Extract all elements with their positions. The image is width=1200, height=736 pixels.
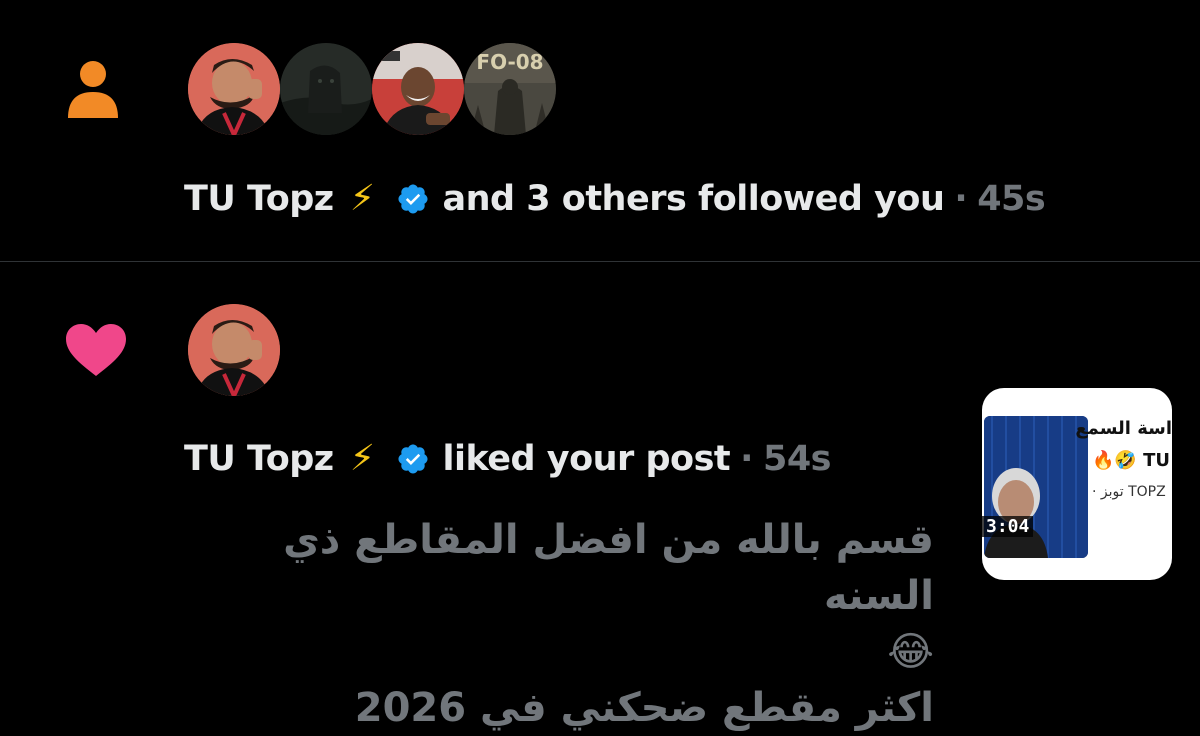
person-icon [64,58,122,124]
follow-headline: TU Topz ⚡ and 3 others followed you · 45… [184,178,1046,219]
lightning-emoji: ⚡ [349,438,375,479]
avatar[interactable] [372,43,464,135]
lightning-emoji: ⚡ [349,178,375,219]
video-embed-card[interactable]: 3:04 اسة السمع 🔥🤣 TU TOPZ توبز · [982,388,1172,580]
liked-post-text[interactable]: قسم بالله من افضل المقاطع ذي السنه 😂 اكث… [184,512,934,736]
avatar[interactable] [280,43,372,135]
like-action-text: liked your post [442,438,731,479]
notification-like[interactable]: TU Topz ⚡ liked your post · 54s قسم بالل… [0,262,1200,731]
video-subtitle: 🔥🤣 TU [1092,450,1170,471]
post-text-line: قسم بالله من افضل المقاطع ذي السنه [283,517,934,619]
liker-avatars [188,304,280,396]
like-headline: TU Topz ⚡ liked your post · 54s [184,438,832,479]
heart-icon [64,322,128,382]
follower-avatars: FO-08 [188,43,556,135]
verified-badge-icon [396,182,430,216]
separator-dot: · [740,438,753,479]
user-name-link[interactable]: TU Topz [184,439,334,479]
post-text-emoji: 😂 [887,629,934,675]
verified-badge-icon [396,442,430,476]
video-duration: 3:04 [982,516,1034,537]
video-channel: TOPZ توبز · [1092,484,1166,500]
notification-follow[interactable]: FO-08 TU Topz ⚡ and 3 others followed yo… [0,0,1200,262]
fo-08-label: FO-08 [476,50,543,74]
avatar[interactable]: FO-08 [464,43,556,135]
timestamp: 45s [977,178,1046,219]
timestamp: 54s [762,438,832,479]
follow-action-text: and 3 others followed you [442,178,945,219]
avatar[interactable] [188,43,280,135]
avatar[interactable] [188,304,280,396]
separator-dot: · [954,178,968,219]
post-text-line: اكثر مقطع ضحكني في 2026 [354,685,934,731]
user-name-link[interactable]: TU Topz [184,179,334,219]
video-title: اسة السمع [1075,418,1172,439]
